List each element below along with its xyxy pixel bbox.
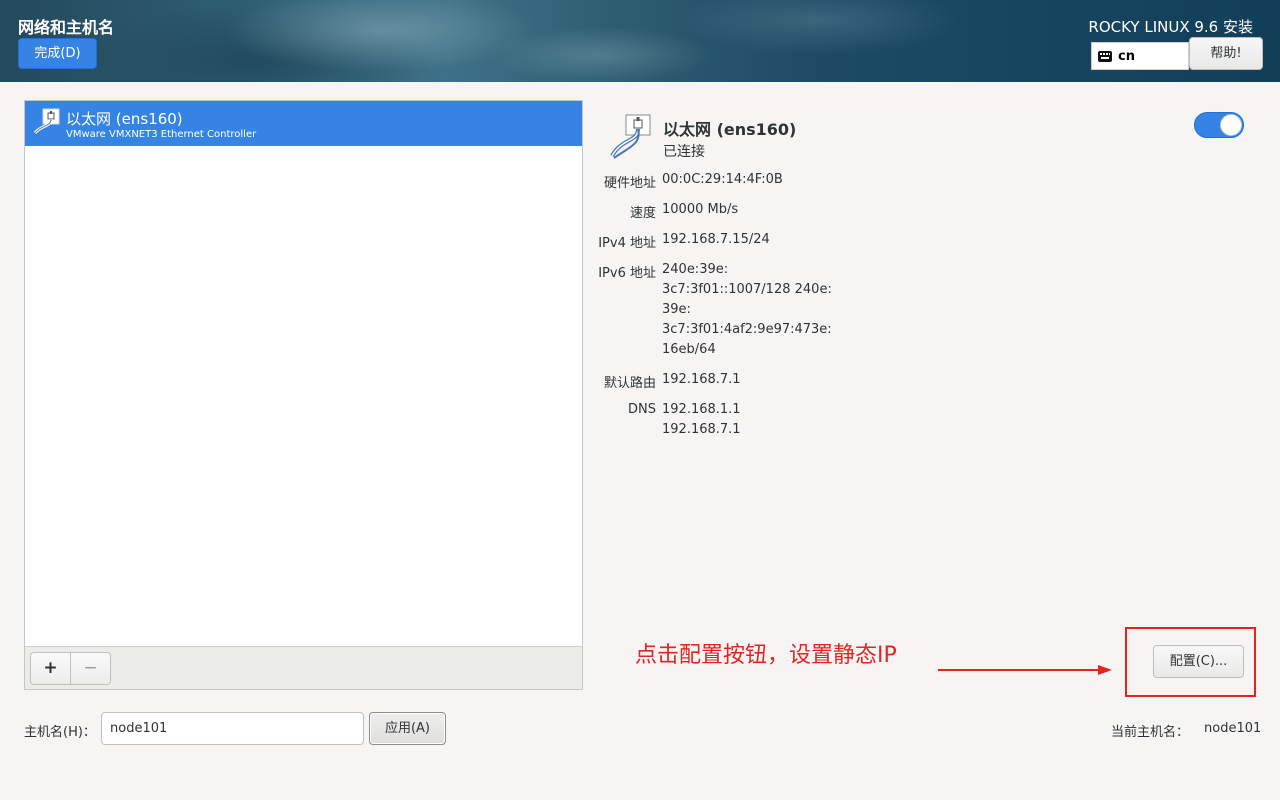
device-name: 以太网 (ens160) (66, 110, 183, 128)
header-bar: 网络和主机名 完成(D) ROCKY LINUX 9.6 安装 cn 帮助! (0, 0, 1280, 82)
network-wired-icon (33, 108, 60, 135)
keyboard-layout-indicator[interactable]: cn (1091, 42, 1189, 70)
ipv4-address-label: IPv4 地址 (598, 236, 656, 251)
dns-value-1: 192.168.1.1 (662, 402, 741, 417)
apply-hostname-button[interactable]: 应用(A) (369, 712, 446, 745)
done-button[interactable]: 完成(D) (18, 38, 97, 69)
annotation-arrow-icon (938, 665, 1112, 675)
add-device-button[interactable]: + (30, 652, 71, 685)
device-connection-status: 已连接 (663, 144, 705, 160)
device-list-toolbar: + − (25, 646, 582, 689)
ipv6-address-label: IPv6 地址 (598, 266, 656, 281)
default-route-label: 默认路由 (603, 376, 656, 391)
speed-label: 速度 (629, 206, 656, 221)
device-description: VMware VMXNET3 Ethernet Controller (66, 129, 257, 140)
hostname-input[interactable] (101, 712, 364, 745)
network-wired-icon (610, 114, 651, 159)
current-hostname-label: 当前主机名： (1111, 725, 1190, 740)
device-enable-toggle[interactable] (1194, 112, 1244, 138)
current-hostname-value: node101 (1204, 721, 1262, 736)
help-button[interactable]: 帮助! (1189, 37, 1263, 70)
dns-label: DNS (628, 402, 656, 417)
ipv6-address-line-4: 3c7:3f01:4af2:9e97:473e: (662, 322, 832, 337)
dns-value-2: 192.168.7.1 (662, 422, 741, 437)
keyboard-icon (1098, 50, 1112, 62)
toggle-knob (1220, 114, 1242, 136)
device-list-item-ens160[interactable]: 以太网 (ens160) VMware VMXNET3 Ethernet Con… (25, 101, 582, 146)
device-detail-name: 以太网 (ens160) (663, 120, 797, 139)
annotation-text: 点击配置按钮，设置静态IP (635, 643, 897, 668)
hardware-address-value: 00:0C:29:14:4F:0B (662, 172, 783, 187)
ipv6-address-line-1: 240e:39e: (662, 262, 729, 277)
ipv6-address-line-5: 16eb/64 (662, 342, 716, 357)
page-title: 网络和主机名 (18, 18, 115, 37)
ipv6-address-line-3: 39e: (662, 302, 691, 317)
configure-button[interactable]: 配置(C)... (1153, 645, 1244, 678)
product-title: ROCKY LINUX 9.6 安装 (1088, 18, 1253, 36)
speed-value: 10000 Mb/s (662, 202, 739, 217)
hostname-label: 主机名(H)： (24, 725, 96, 740)
ipv6-address-line-2: 3c7:3f01::1007/128 240e: (662, 282, 832, 297)
ipv4-address-value: 192.168.7.15/24 (662, 232, 770, 247)
default-route-value: 192.168.7.1 (662, 372, 741, 387)
device-list: 以太网 (ens160) VMware VMXNET3 Ethernet Con… (24, 100, 583, 690)
hardware-address-label: 硬件地址 (603, 176, 656, 191)
remove-device-button[interactable]: − (70, 652, 111, 685)
keyboard-layout-label: cn (1118, 48, 1135, 64)
